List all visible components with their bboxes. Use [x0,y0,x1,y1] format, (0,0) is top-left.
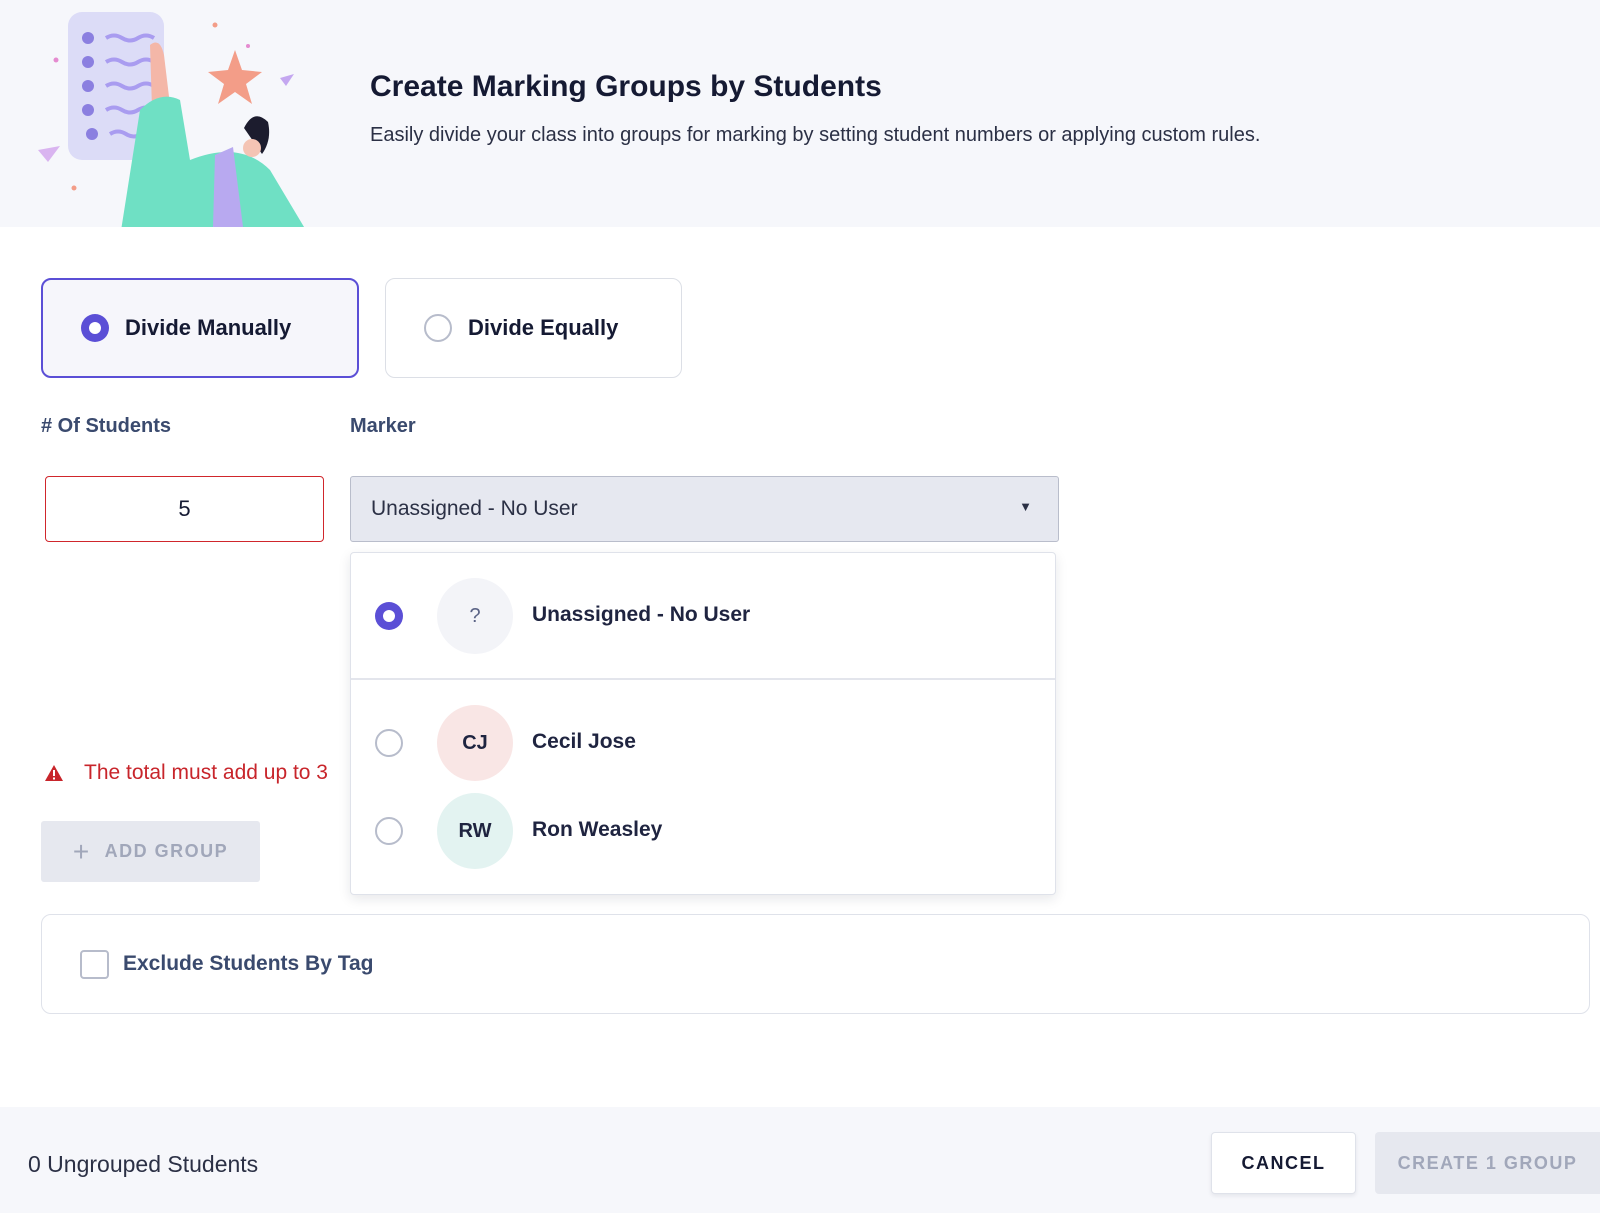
marker-dropdown-menu: ? Unassigned - No User CJ Cecil Jose RW … [350,552,1056,895]
divide-manually-option[interactable]: Divide Manually [41,278,359,378]
plus-icon: + [72,835,91,867]
warning-icon [45,765,63,781]
divide-manually-radio[interactable] [81,314,109,342]
create-group-button[interactable]: CREATE 1 GROUP [1375,1132,1600,1194]
exclude-by-tag-checkbox[interactable] [80,949,109,979]
ungrouped-students-count: 0 Ungrouped Students [28,1151,259,1177]
add-group-label: ADD GROUP [104,841,229,861]
option-radio[interactable] [375,602,403,630]
exclude-by-tag-label: Exclude Students By Tag [123,952,374,975]
validation-error: The total must add up to 3 [44,761,328,785]
option-label: Ron Weasley [532,818,663,841]
avatar: RW [437,793,513,869]
marker-label: Marker [350,415,416,437]
option-label: Cecil Jose [532,730,636,753]
add-group-button[interactable]: + ADD GROUP [41,821,260,882]
header-illustration [38,12,305,227]
divide-manually-label: Divide Manually [125,315,292,340]
option-radio[interactable] [375,729,403,757]
students-count-input[interactable] [45,476,324,542]
divide-equally-label: Divide Equally [468,315,619,340]
exclude-by-tag-card: Exclude Students By Tag [41,914,1590,1014]
marker-selected-value: Unassigned - No User [371,497,578,520]
divide-equally-option[interactable]: Divide Equally [385,278,682,378]
divider [351,678,1055,680]
page-header: Create Marking Groups by Students Easily… [0,0,1600,227]
marker-option-unassigned[interactable]: ? Unassigned - No User [351,576,1055,656]
page-title: Create Marking Groups by Students [370,70,882,103]
avatar: ? [437,578,513,654]
caret-down-icon: ▼ [1019,499,1032,514]
option-radio[interactable] [375,817,403,845]
marker-select[interactable]: Unassigned - No User ▼ [350,476,1059,542]
divide-equally-radio[interactable] [424,314,452,342]
marker-option-ron-weasley[interactable]: RW Ron Weasley [351,791,1055,871]
marker-option-cecil-jose[interactable]: CJ Cecil Jose [351,703,1055,783]
footer-bar: 0 Ungrouped Students CANCEL CREATE 1 GRO… [0,1107,1600,1213]
students-count-label: # Of Students [41,415,172,437]
option-label: Unassigned - No User [532,603,751,626]
error-message: The total must add up to 3 [84,761,328,784]
avatar: CJ [437,705,513,781]
page-subtitle: Easily divide your class into groups for… [370,124,1261,146]
cancel-button[interactable]: CANCEL [1211,1132,1356,1194]
